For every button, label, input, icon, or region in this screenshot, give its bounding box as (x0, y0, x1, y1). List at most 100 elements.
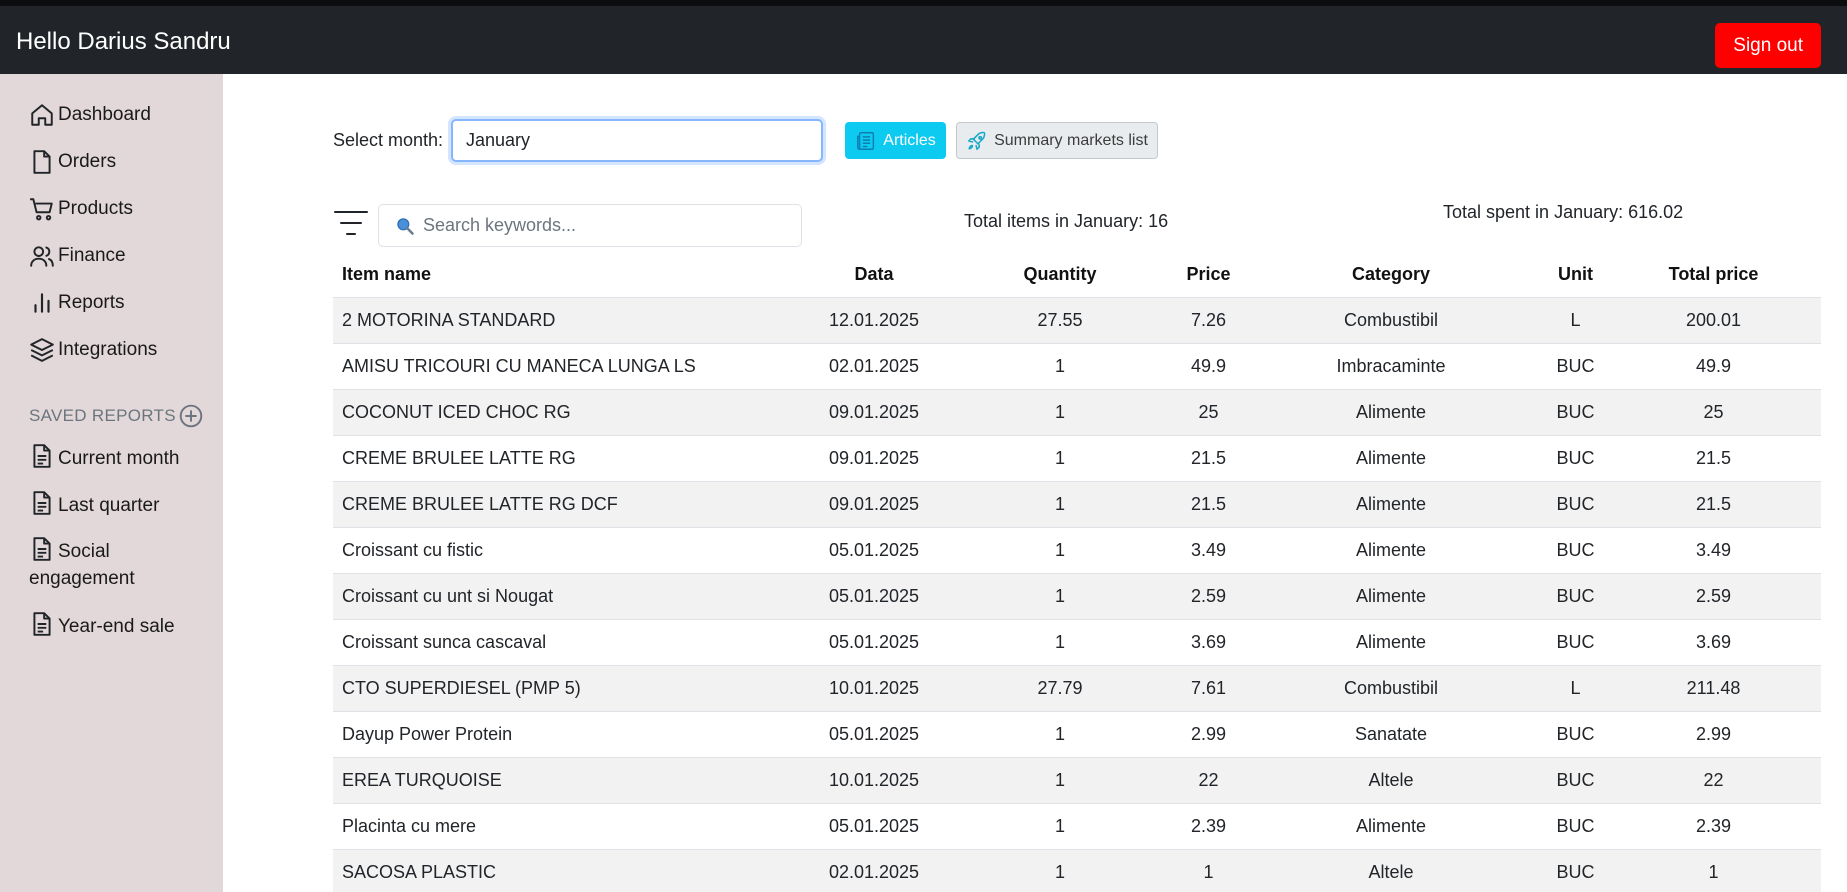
cell-total-price: 25 (1606, 389, 1821, 436)
filter-icon[interactable] (333, 209, 369, 239)
search-input[interactable] (423, 215, 783, 236)
cell-item-name: Dayup Power Protein (333, 711, 808, 758)
cell-price: 1 (1180, 849, 1237, 892)
column-header-unit[interactable]: Unit (1545, 252, 1606, 298)
newspaper-icon (857, 131, 875, 150)
cell-quantity: 1 (940, 343, 1180, 390)
saved-reports-heading: SAVED REPORTS (29, 403, 204, 429)
sidebar-item-label: Orders (58, 151, 117, 172)
sidebar-item-orders[interactable]: Orders (29, 149, 116, 175)
cell-unit: L (1545, 297, 1606, 344)
total-items-text: Total items in January: 16 (964, 211, 1169, 231)
cell-total-price: 2.59 (1606, 573, 1821, 620)
cell-category: Combustibil (1237, 297, 1545, 344)
cell-item-name: SACOSA PLASTIC (333, 849, 808, 892)
sign-out-button[interactable]: Sign out (1715, 23, 1821, 68)
table-row[interactable]: 2 MOTORINA STANDARD 12.01.2025 27.55 7.26 Co… (333, 297, 1821, 344)
table-row[interactable]: AMISU TRICOURI CU MANECA LUNGA LS 02.01.2… (333, 343, 1821, 390)
column-header-price[interactable]: Price (1180, 252, 1237, 298)
rocket-icon (968, 131, 986, 150)
column-header-item-name[interactable]: Item name (333, 252, 808, 298)
plus-circle-icon[interactable] (178, 403, 204, 429)
cell-date: 10.01.2025 (808, 757, 940, 804)
saved-report-social-engagement[interactable]: Social engagement (29, 536, 189, 592)
sidebar-item-finance[interactable]: Finance (29, 243, 126, 269)
cell-price: 21.5 (1180, 435, 1237, 482)
table-row[interactable]: EREA TURQUOISE 10.01.2025 1 22 Altele BUC 22 (333, 757, 1821, 804)
search-field[interactable] (378, 204, 802, 247)
table-row[interactable]: Croissant cu unt si Nougat 05.01.2025 1 2.5… (333, 573, 1821, 620)
table-row[interactable]: COCONUT ICED CHOC RG 09.01.2025 1 25 Aliment… (333, 389, 1821, 436)
cell-quantity: 1 (940, 757, 1180, 804)
file-text-icon (33, 612, 51, 636)
table-row[interactable]: CTO SUPERDIESEL (PMP 5) 10.01.2025 27.79 7.… (333, 665, 1821, 712)
cell-unit: BUC (1545, 849, 1606, 892)
select-month-label: Select month: (333, 130, 444, 150)
sidebar-item-products[interactable]: Products (29, 196, 133, 222)
cell-date: 10.01.2025 (808, 665, 940, 712)
cell-quantity: 1 (940, 711, 1180, 758)
saved-report-year-end-sale[interactable]: Year-end sale (29, 611, 175, 638)
summary-markets-button[interactable]: Summary markets list (956, 122, 1158, 159)
column-header-category[interactable]: Category (1237, 252, 1545, 298)
cell-total-price: 22 (1606, 757, 1821, 804)
table-header: Item name Data Quantity Price Category U… (333, 252, 1821, 298)
cell-date: 05.01.2025 (808, 803, 940, 850)
cell-quantity: 1 (940, 849, 1180, 892)
cell-quantity: 1 (940, 803, 1180, 850)
table-row[interactable]: Placinta cu mere 05.01.2025 1 2.39 Alimente B… (333, 803, 1821, 850)
saved-report-label: Year-end sale (58, 616, 175, 637)
sidebar-item-label: Products (58, 198, 133, 219)
table-row[interactable]: CREME BRULEE LATTE RG 09.01.2025 1 21.5 Alim… (333, 435, 1821, 482)
cell-unit: BUC (1545, 619, 1606, 666)
cell-price: 49.9 (1180, 343, 1237, 390)
cell-item-name: CTO SUPERDIESEL (PMP 5) (333, 665, 808, 712)
cell-date: 09.01.2025 (808, 435, 940, 482)
table-row[interactable]: CREME BRULEE LATTE RG DCF 09.01.2025 1 21.5… (333, 481, 1821, 528)
cell-quantity: 1 (940, 527, 1180, 574)
sidebar-item-label: Integrations (58, 339, 158, 360)
cell-price: 2.39 (1180, 803, 1237, 850)
search-icon (397, 217, 414, 235)
cell-category: Alimente (1237, 803, 1545, 850)
column-header-data[interactable]: Data (808, 252, 940, 298)
cell-date: 05.01.2025 (808, 573, 940, 620)
cell-item-name: COCONUT ICED CHOC RG (333, 389, 808, 436)
cell-total-price: 3.49 (1606, 527, 1821, 574)
cell-item-name: Croissant sunca cascaval (333, 619, 808, 666)
cell-date: 09.01.2025 (808, 389, 940, 436)
cell-total-price: 200.01 (1606, 297, 1821, 344)
sidebar-item-reports[interactable]: Reports (29, 290, 125, 316)
articles-button[interactable]: Articles (845, 122, 946, 159)
cell-item-name: EREA TURQUOISE (333, 757, 808, 804)
cell-date: 02.01.2025 (808, 343, 940, 390)
cell-unit: BUC (1545, 343, 1606, 390)
column-header-total-price[interactable]: Total price (1606, 252, 1821, 298)
cell-price: 21.5 (1180, 481, 1237, 528)
saved-report-label: Current month (58, 448, 180, 469)
cell-category: Alimente (1237, 573, 1545, 620)
cell-unit: BUC (1545, 527, 1606, 574)
month-select[interactable]: January (451, 119, 823, 162)
sidebar-item-integrations[interactable]: Integrations (29, 337, 157, 363)
table-row[interactable]: Dayup Power Protein 05.01.2025 1 2.99 Sanata… (333, 711, 1821, 758)
shopping-cart-icon (30, 198, 53, 221)
table-row[interactable]: Croissant sunca cascaval 05.01.2025 1 3.69 A… (333, 619, 1821, 666)
cell-unit: BUC (1545, 757, 1606, 804)
column-header-quantity[interactable]: Quantity (940, 252, 1180, 298)
cell-category: Alimente (1237, 619, 1545, 666)
cell-item-name: AMISU TRICOURI CU MANECA LUNGA LS (333, 343, 808, 390)
cell-unit: L (1545, 665, 1606, 712)
saved-reports-label: SAVED REPORTS (29, 406, 176, 425)
sidebar-item-dashboard[interactable]: Dashboard (29, 102, 151, 128)
saved-report-current-month[interactable]: Current month (29, 443, 179, 470)
table-body: 2 MOTORINA STANDARD 12.01.2025 27.55 7.26 Co… (333, 297, 1821, 892)
table-row[interactable]: Croissant cu fistic 05.01.2025 1 3.49 Alimen… (333, 527, 1821, 574)
cell-date: 12.01.2025 (808, 297, 940, 344)
table-row[interactable]: SACOSA PLASTIC 02.01.2025 1 1 Altele BUC 1 (333, 849, 1821, 892)
home-icon (31, 104, 53, 126)
cell-price: 3.69 (1180, 619, 1237, 666)
cell-category: Imbracaminte (1237, 343, 1545, 390)
cell-total-price: 211.48 (1606, 665, 1821, 712)
saved-report-last-quarter[interactable]: Last quarter (29, 490, 159, 517)
